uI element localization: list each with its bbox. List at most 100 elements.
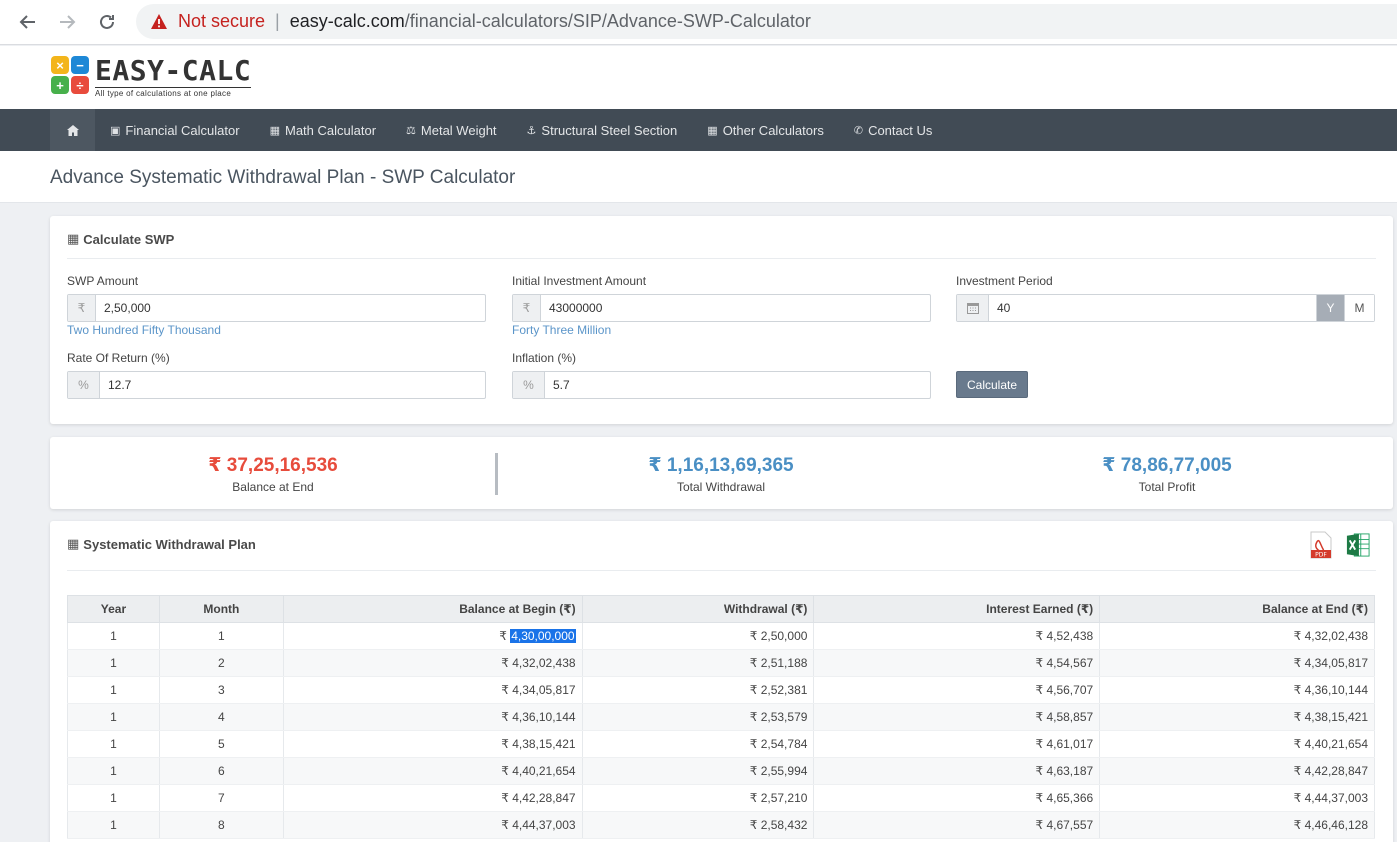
investment-period-label: Investment Period bbox=[956, 274, 1053, 288]
address-bar[interactable]: Not secure | easy-calc.com/financial-cal… bbox=[136, 4, 1397, 39]
withdrawal-plan-panel: ▦ Systematic Withdrawal Plan PDF Year Mo… bbox=[50, 521, 1393, 842]
currency-symbol: ₹ bbox=[1293, 629, 1302, 643]
site-header: × − + ÷ EASY-CALC All type of calculatio… bbox=[0, 46, 1397, 109]
currency-symbol: ₹ bbox=[1293, 791, 1302, 805]
money-icon: ▣ bbox=[110, 124, 121, 137]
nav-financial-calculator[interactable]: ▣ Financial Calculator bbox=[95, 109, 255, 151]
initial-investment-input[interactable]: 43000000 bbox=[541, 295, 930, 321]
currency-symbol: ₹ bbox=[749, 656, 758, 670]
cell-value: 2,55,994 bbox=[760, 764, 808, 778]
logo-sign-divide: ÷ bbox=[71, 76, 89, 94]
nav-other-calculators[interactable]: ▦ Other Calculators bbox=[692, 109, 839, 151]
cell-month: 7 bbox=[158, 784, 284, 812]
cell-value: 4,61,017 bbox=[1046, 737, 1094, 751]
cell-balance-begin: ₹ 4,44,37,003 bbox=[282, 811, 583, 839]
table-row: 1 3 ₹ 4,34,05,817 ₹ 2,52,381 ₹ 4,56,707 ₹ 4,3… bbox=[67, 676, 1375, 704]
cell-value: 4,38,15,421 bbox=[1304, 710, 1368, 724]
reload-button[interactable] bbox=[93, 8, 121, 36]
cell-withdrawal: ₹ 2,55,994 bbox=[581, 757, 815, 785]
cell-balance-begin: ₹ 4,42,28,847 bbox=[282, 784, 583, 812]
currency-symbol: ₹ bbox=[1293, 656, 1302, 670]
rupee-addon: ₹ bbox=[513, 295, 541, 321]
url-separator: | bbox=[275, 11, 280, 31]
table-row: 1 4 ₹ 4,36,10,144 ₹ 2,53,579 ₹ 4,58,857 ₹ 4,3… bbox=[67, 703, 1375, 731]
logo-sign-minus: − bbox=[71, 56, 89, 74]
column-header-balance-begin[interactable]: Balance at Begin (₹) bbox=[282, 595, 583, 623]
calculate-swp-panel: ▦ Calculate SWP SWP Amount ₹ 2,50,000 Tw… bbox=[50, 216, 1393, 424]
investment-period-input[interactable]: 40 bbox=[989, 295, 1316, 321]
cell-value: 2,54,784 bbox=[760, 737, 808, 751]
cell-withdrawal: ₹ 2,50,000 bbox=[581, 622, 815, 650]
percent-addon: % bbox=[513, 372, 545, 398]
calculate-button[interactable]: Calculate bbox=[956, 371, 1028, 398]
nav-structural-steel-section[interactable]: ⚓ Structural Steel Section bbox=[512, 109, 693, 151]
currency-symbol: ₹ bbox=[1293, 818, 1302, 832]
nav-home[interactable] bbox=[50, 109, 95, 151]
cell-year: 1 bbox=[67, 730, 160, 758]
column-header-interest-earned[interactable]: Interest Earned (₹) bbox=[813, 595, 1101, 623]
cell-interest-earned: ₹ 4,65,366 bbox=[813, 784, 1101, 812]
cell-interest-earned: ₹ 4,54,567 bbox=[813, 649, 1101, 677]
table-row: 1 8 ₹ 4,44,37,003 ₹ 2,58,432 ₹ 4,67,557 ₹ 4,4… bbox=[67, 811, 1375, 839]
forward-button[interactable] bbox=[53, 8, 81, 36]
security-label: Not secure bbox=[178, 11, 266, 31]
cell-balance-begin: ₹ 4,40,21,654 bbox=[282, 757, 583, 785]
inflation-input[interactable]: 5.7 bbox=[545, 372, 930, 398]
currency-symbol: ₹ bbox=[1293, 683, 1302, 697]
withdrawal-plan-heading: ▦ Systematic Withdrawal Plan bbox=[67, 536, 256, 552]
cell-balance-begin: ₹ 4,30,00,000 bbox=[282, 622, 583, 650]
swp-amount-input[interactable]: 2,50,000 bbox=[96, 295, 485, 321]
reload-icon bbox=[100, 14, 114, 29]
column-header-withdrawal[interactable]: Withdrawal (₹) bbox=[581, 595, 815, 623]
panel-divider bbox=[67, 258, 1376, 259]
excel-export-icon[interactable] bbox=[1346, 531, 1370, 559]
currency-symbol: ₹ bbox=[1035, 818, 1044, 832]
phone-icon: ✆ bbox=[853, 124, 864, 137]
summary-balance-end: ₹ 37,25,16,536 Balance at End bbox=[50, 454, 496, 494]
cell-value: 2,51,188 bbox=[760, 656, 808, 670]
currency-symbol: ₹ bbox=[749, 791, 758, 805]
currency-symbol: ₹ bbox=[1293, 737, 1302, 751]
currency-symbol: ₹ bbox=[1035, 791, 1044, 805]
logo-subtitle: All type of calculations at one place bbox=[95, 87, 252, 98]
back-button[interactable] bbox=[14, 8, 42, 36]
logo-title: EASY-CALC bbox=[95, 54, 252, 87]
calculator-icon: ▦ bbox=[67, 231, 80, 246]
currency-symbol: ₹ bbox=[499, 629, 507, 643]
panel-divider bbox=[67, 570, 1376, 571]
nav-label: Structural Steel Section bbox=[541, 122, 678, 138]
cell-year: 1 bbox=[67, 757, 160, 785]
table-row: 1 7 ₹ 4,42,28,847 ₹ 2,57,210 ₹ 4,65,366 ₹ 4,4… bbox=[67, 784, 1375, 812]
currency-symbol: ₹ bbox=[501, 764, 509, 778]
swp-amount-words: Two Hundred Fifty Thousand bbox=[67, 323, 221, 337]
title-bar: Advance Systematic Withdrawal Plan - SWP… bbox=[0, 151, 1397, 203]
table-row: 1 5 ₹ 4,38,15,421 ₹ 2,54,784 ₹ 4,61,017 ₹ 4,4… bbox=[67, 730, 1375, 758]
column-header-year[interactable]: Year bbox=[67, 595, 160, 623]
pdf-export-icon[interactable]: PDF bbox=[1309, 531, 1333, 559]
period-months-button[interactable]: M bbox=[1344, 295, 1374, 321]
period-years-button[interactable]: Y bbox=[1316, 295, 1344, 321]
site-logo[interactable]: × − + ÷ EASY-CALC All type of calculatio… bbox=[51, 54, 252, 98]
currency-symbol: ₹ bbox=[749, 683, 758, 697]
nav-math-calculator[interactable]: ▦ Math Calculator bbox=[255, 109, 391, 151]
column-header-month[interactable]: Month bbox=[158, 595, 284, 623]
summary-total-profit: ₹ 78,86,77,005 Total Profit bbox=[944, 454, 1390, 494]
currency-symbol: ₹ bbox=[749, 818, 758, 832]
calculator-icon: ▦ bbox=[67, 536, 80, 551]
column-header-balance-end[interactable]: Balance at End (₹) bbox=[1099, 595, 1375, 623]
withdrawal-plan-title: Systematic Withdrawal Plan bbox=[83, 536, 256, 552]
balance-end-value: ₹ 37,25,16,536 bbox=[208, 455, 338, 476]
swp-amount-label: SWP Amount bbox=[67, 274, 139, 288]
currency-symbol: ₹ bbox=[1035, 629, 1044, 643]
nav-metal-weight[interactable]: ⚖ Metal Weight bbox=[391, 109, 512, 151]
percent-addon: % bbox=[68, 372, 100, 398]
cell-balance-end: ₹ 4,46,46,128 bbox=[1099, 811, 1375, 839]
cell-month: 2 bbox=[158, 649, 284, 677]
cell-interest-earned: ₹ 4,63,187 bbox=[813, 757, 1101, 785]
cell-value: 4,46,46,128 bbox=[1304, 818, 1368, 832]
table-row: 1 1 ₹ 4,30,00,000 ₹ 2,50,000 ₹ 4,52,438 ₹ 4,3… bbox=[67, 622, 1375, 650]
nav-contact-us[interactable]: ✆ Contact Us bbox=[839, 109, 948, 151]
rate-of-return-input[interactable]: 12.7 bbox=[100, 372, 485, 398]
rate-of-return-label: Rate Of Return (%) bbox=[67, 351, 170, 365]
currency-symbol: ₹ bbox=[749, 710, 758, 724]
